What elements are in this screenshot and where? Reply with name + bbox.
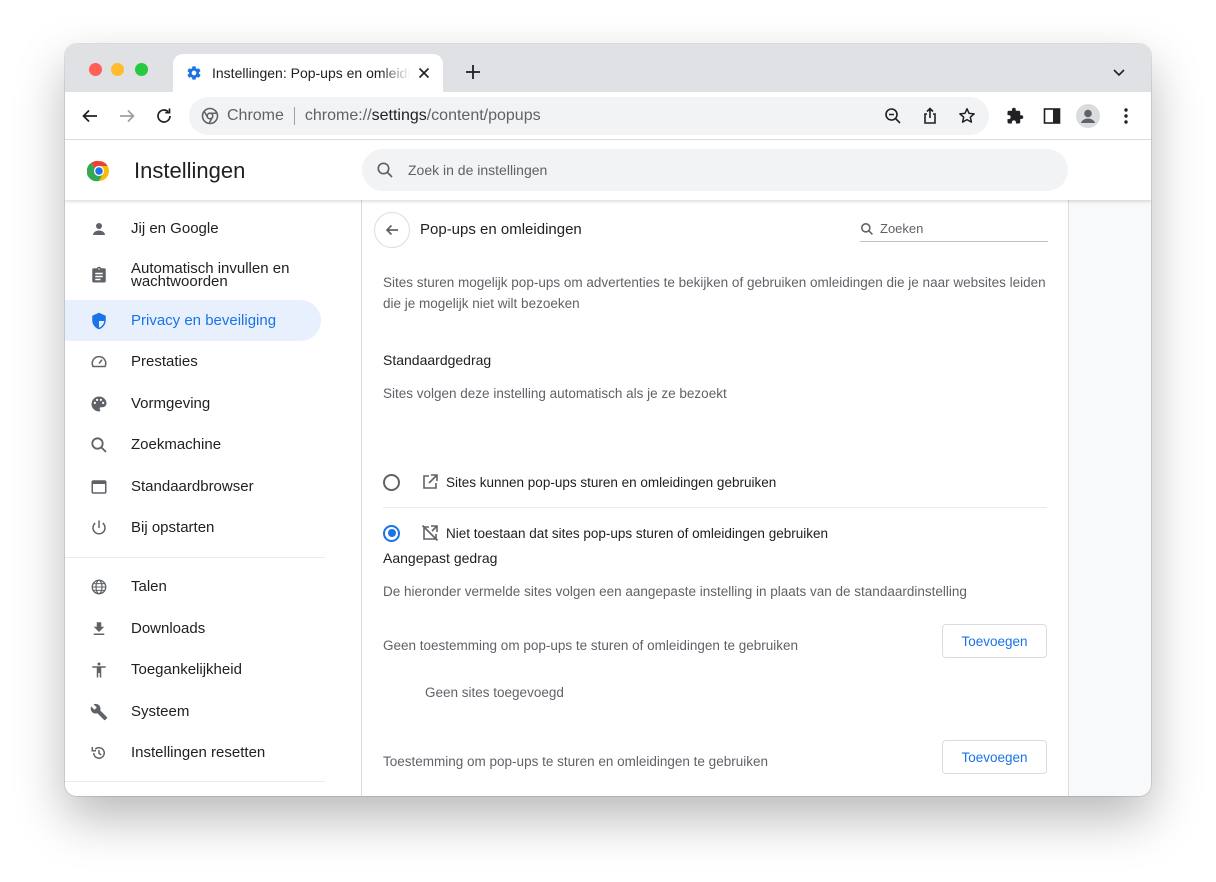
- default-behavior-heading: Standaardgedrag: [383, 352, 492, 368]
- globe-icon: [89, 577, 109, 597]
- shield-icon: [89, 311, 109, 331]
- sidebar-item-appearance[interactable]: Vormgeving: [65, 383, 321, 424]
- custom-behavior-heading: Aangepast gedrag: [383, 550, 498, 566]
- sidebar-item-label: Automatisch invullen en wachtwoorden: [131, 260, 290, 290]
- sidebar-item-label: Instellingen resetten: [131, 744, 266, 761]
- subpage-title: Pop-ups en omleidingen: [420, 221, 582, 238]
- sidebar-divider: [65, 557, 325, 558]
- blocked-list-empty: Geen sites toegevoegd: [425, 685, 564, 700]
- radio-button-checked[interactable]: [383, 524, 400, 542]
- download-icon: [89, 619, 109, 639]
- sidebar-item-label: Systeem: [131, 703, 190, 720]
- sidebar-item-autofill[interactable]: Automatisch invullen en wachtwoorden: [65, 253, 321, 297]
- settings-body: Jij en Google Automatisch invullen en wa…: [65, 200, 1151, 796]
- extensions-puzzle-icon[interactable]: [1003, 104, 1027, 128]
- browser-window: Instellingen: Pop-ups en omleidingen Chr…: [65, 44, 1151, 796]
- clipboard-icon: [89, 265, 109, 285]
- sidebar-item-label: Standaardbrowser: [131, 478, 254, 495]
- sidebar-item-label: Prestaties: [131, 353, 198, 370]
- popup-blocked-icon: [420, 523, 440, 543]
- chrome-logo-icon: [87, 160, 109, 182]
- subpage-search-input[interactable]: [880, 221, 1040, 236]
- tab-settings[interactable]: Instellingen: Pop-ups en omleidingen: [173, 54, 443, 92]
- radio-allow-popups[interactable]: Sites kunnen pop-ups sturen en omleiding…: [383, 457, 1047, 507]
- sidebar-item-label: Bij opstarten: [131, 519, 215, 536]
- more-vert-icon[interactable]: [1114, 104, 1138, 128]
- settings-search-box[interactable]: [362, 149, 1068, 191]
- sidebar-item-downloads[interactable]: Downloads: [65, 608, 321, 649]
- radio-label: Niet toestaan dat sites pop-ups sturen o…: [446, 525, 828, 541]
- close-tab-icon[interactable]: [415, 64, 433, 82]
- wrench-icon: [89, 702, 109, 722]
- person-icon: [89, 219, 109, 239]
- sidebar-item-privacy[interactable]: Privacy en beveiliging: [65, 300, 321, 341]
- maximize-window-button[interactable]: [135, 63, 148, 76]
- search-icon: [89, 435, 109, 455]
- subpage-search[interactable]: [860, 216, 1048, 242]
- new-tab-icon[interactable]: [463, 62, 483, 82]
- side-panel-icon[interactable]: [1040, 104, 1064, 128]
- settings-search-input[interactable]: [408, 162, 1008, 178]
- allowed-list-label: Toestemming om pop-ups te sturen en omle…: [383, 754, 768, 769]
- tab-strip: Instellingen: Pop-ups en omleidingen: [65, 44, 1151, 92]
- address-bar[interactable]: Chrome chrome://settings/content/popups: [189, 97, 989, 135]
- sidebar-item-performance[interactable]: Prestaties: [65, 341, 321, 382]
- forward-arrow-icon[interactable]: [115, 104, 139, 128]
- site-chip: Chrome: [227, 107, 284, 124]
- bookmark-star-icon[interactable]: [955, 104, 979, 128]
- sidebar-item-system[interactable]: Systeem: [65, 691, 321, 732]
- accessibility-icon: [89, 660, 109, 680]
- tab-title: Instellingen: Pop-ups en omleidingen: [212, 65, 410, 81]
- sidebar-item-languages[interactable]: Talen: [65, 566, 321, 607]
- palette-icon: [89, 394, 109, 414]
- sidebar-item-you-and-google[interactable]: Jij en Google: [65, 208, 321, 249]
- speedometer-icon: [89, 352, 109, 372]
- profile-avatar[interactable]: [1076, 104, 1100, 128]
- gear-icon: [185, 64, 203, 82]
- browser-icon: [89, 477, 109, 497]
- search-icon: [860, 222, 874, 236]
- sidebar-item-label: Talen: [131, 578, 167, 595]
- minimize-window-button[interactable]: [111, 63, 124, 76]
- browser-toolbar: Chrome chrome://settings/content/popups: [65, 92, 1151, 140]
- sidebar-item-label: Toegankelijkheid: [131, 661, 242, 678]
- sidebar-item-search-engine[interactable]: Zoekmachine: [65, 424, 321, 465]
- sidebar-item-on-startup[interactable]: Bij opstarten: [65, 507, 321, 548]
- power-icon: [89, 518, 109, 538]
- chevron-down-icon[interactable]: [1111, 64, 1127, 80]
- page-title: Instellingen: [134, 158, 246, 183]
- radio-label: Sites kunnen pop-ups sturen en omleiding…: [446, 474, 777, 490]
- settings-header: Instellingen: [65, 141, 1151, 200]
- close-window-button[interactable]: [89, 63, 102, 76]
- radio-button[interactable]: [383, 473, 400, 491]
- history-icon: [89, 743, 109, 763]
- sidebar-item-label: Downloads: [131, 620, 206, 637]
- url-text: chrome://settings/content/popups: [304, 107, 541, 124]
- sidebar-item-label: Jij en Google: [131, 220, 219, 237]
- open-in-new-icon: [420, 472, 440, 492]
- sidebar-item-label: Zoekmachine: [131, 436, 222, 453]
- add-allowed-site-button[interactable]: Toevoegen: [942, 740, 1047, 774]
- reload-icon[interactable]: [152, 104, 176, 128]
- blocked-list-label: Geen toestemming om pop-ups te sturen of…: [383, 638, 798, 653]
- sidebar-item-label: Vormgeving: [131, 395, 211, 412]
- omnibox-divider: [293, 107, 295, 125]
- search-icon: [376, 161, 394, 179]
- share-icon[interactable]: [918, 104, 942, 128]
- page-description: Sites sturen mogelijk pop-ups om adverte…: [383, 275, 1046, 311]
- chrome-page-icon: [201, 107, 219, 125]
- add-blocked-site-button[interactable]: Toevoegen: [942, 624, 1047, 658]
- settings-sidebar: Jij en Google Automatisch invullen en wa…: [65, 200, 361, 796]
- sidebar-item-default-browser[interactable]: Standaardbrowser: [65, 466, 321, 507]
- zoom-out-icon[interactable]: [881, 104, 905, 128]
- sidebar-item-reset[interactable]: Instellingen resetten: [65, 732, 321, 773]
- custom-behavior-description: De hieronder vermelde sites volgen een a…: [383, 584, 967, 599]
- popups-settings-card: Pop-ups en omleidingen Sites sturen moge…: [361, 200, 1069, 796]
- back-arrow-icon[interactable]: [78, 104, 102, 128]
- default-behavior-description: Sites volgen deze instelling automatisch…: [383, 386, 727, 401]
- sidebar-divider: [65, 781, 325, 782]
- sidebar-item-label: Privacy en beveiliging: [131, 312, 277, 329]
- sidebar-item-accessibility[interactable]: Toegankelijkheid: [65, 649, 321, 690]
- back-button[interactable]: [374, 212, 410, 248]
